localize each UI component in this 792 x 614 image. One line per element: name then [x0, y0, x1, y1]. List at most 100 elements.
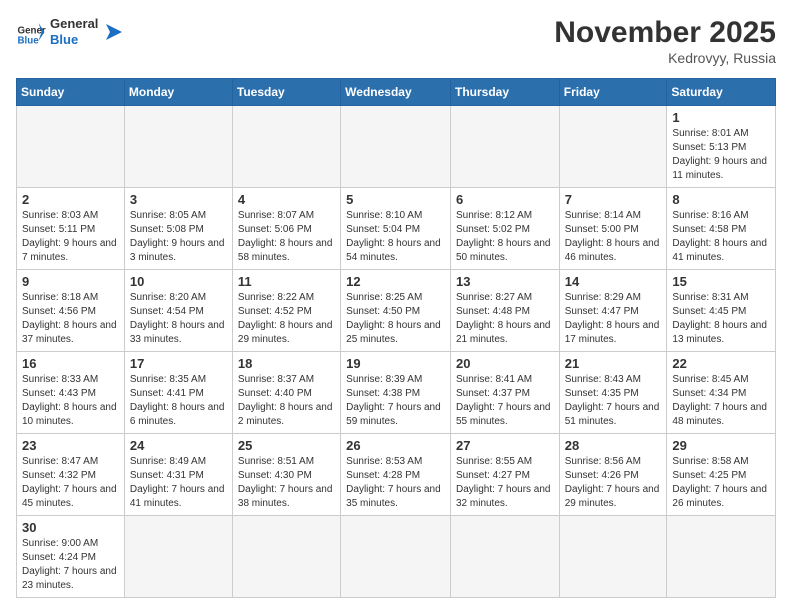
calendar-cell — [124, 106, 232, 188]
calendar-cell — [667, 516, 776, 598]
calendar-cell: 24Sunrise: 8:49 AM Sunset: 4:31 PM Dayli… — [124, 434, 232, 516]
calendar-cell: 1Sunrise: 8:01 AM Sunset: 5:13 PM Daylig… — [667, 106, 776, 188]
calendar-cell: 3 Sunrise: 8:05 AM Sunset: 5:08 PM Daylig… — [124, 188, 232, 270]
day-info: Sunrise: 8:43 AM Sunset: 4:35 PM Dayligh… — [565, 373, 662, 429]
calendar-cell — [341, 516, 451, 598]
day-info: Sunrise: 8:55 AM Sunset: 4:27 PM Dayligh… — [456, 455, 554, 511]
day-info: Sunrise: 8:18 AM Sunset: 4:56 PM Dayligh… — [22, 291, 119, 347]
calendar-cell: 16Sunrise: 8:33 AM Sunset: 4:43 PM Dayli… — [17, 352, 125, 434]
calendar-cell: 25 Sunrise: 8:51 AM Sunset: 4:30 PM Dayli… — [232, 434, 340, 516]
day-info: Sunrise: 8:05 AM Sunset: 5:08 PM Dayligh… — [130, 209, 227, 265]
calendar-cell: 30 Sunrise: 9:00 AM Sunset: 4:24 PM Dayli… — [17, 516, 125, 598]
day-number: 22 — [672, 356, 770, 371]
day-info: Sunrise: 8:37 AM Sunset: 4:40 PM Dayligh… — [238, 373, 335, 429]
calendar-table: SundayMondayTuesdayWednesdayThursdayFrid… — [16, 78, 776, 598]
day-info: Sunrise: 8:20 AM Sunset: 4:54 PM Dayligh… — [130, 291, 227, 347]
day-number: 25 — [238, 438, 335, 453]
day-number: 3 — [130, 192, 227, 207]
calendar-week-row: 1Sunrise: 8:01 AM Sunset: 5:13 PM Daylig… — [17, 106, 776, 188]
day-number: 12 — [346, 274, 445, 289]
day-info: Sunrise: 8:45 AM Sunset: 4:34 PM Dayligh… — [672, 373, 770, 429]
calendar-cell: 20 Sunrise: 8:41 AM Sunset: 4:37 PM Dayli… — [450, 352, 559, 434]
weekday-header-saturday: Saturday — [667, 79, 776, 106]
calendar-cell: 26 Sunrise: 8:53 AM Sunset: 4:28 PM Dayli… — [341, 434, 451, 516]
day-info: Sunrise: 8:47 AM Sunset: 4:32 PM Dayligh… — [22, 455, 119, 511]
logo: General Blue General Blue — [16, 16, 126, 47]
day-info: Sunrise: 9:00 AM Sunset: 4:24 PM Dayligh… — [22, 537, 119, 593]
day-number: 21 — [565, 356, 662, 371]
day-number: 7 — [565, 192, 662, 207]
calendar-week-row: 16Sunrise: 8:33 AM Sunset: 4:43 PM Dayli… — [17, 352, 776, 434]
calendar-cell — [232, 516, 340, 598]
day-number: 4 — [238, 192, 335, 207]
day-number: 13 — [456, 274, 554, 289]
calendar-cell: 19 Sunrise: 8:39 AM Sunset: 4:38 PM Dayli… — [341, 352, 451, 434]
location: Kedrovyy, Russia — [554, 50, 776, 66]
day-number: 24 — [130, 438, 227, 453]
calendar-cell: 14 Sunrise: 8:29 AM Sunset: 4:47 PM Dayli… — [559, 270, 667, 352]
day-info: Sunrise: 8:33 AM Sunset: 4:43 PM Dayligh… — [22, 373, 119, 429]
calendar-cell: 4 Sunrise: 8:07 AM Sunset: 5:06 PM Daylig… — [232, 188, 340, 270]
day-number: 15 — [672, 274, 770, 289]
calendar-cell — [341, 106, 451, 188]
calendar-cell: 17Sunrise: 8:35 AM Sunset: 4:41 PM Dayli… — [124, 352, 232, 434]
calendar-cell — [17, 106, 125, 188]
day-info: Sunrise: 8:16 AM Sunset: 4:58 PM Dayligh… — [672, 209, 770, 265]
title-area: November 2025 Kedrovyy, Russia — [554, 16, 776, 66]
day-info: Sunrise: 8:58 AM Sunset: 4:25 PM Dayligh… — [672, 455, 770, 511]
day-number: 19 — [346, 356, 445, 371]
calendar-week-row: 9 Sunrise: 8:18 AM Sunset: 4:56 PM Daylig… — [17, 270, 776, 352]
day-info: Sunrise: 8:12 AM Sunset: 5:02 PM Dayligh… — [456, 209, 554, 265]
calendar-cell: 10Sunrise: 8:20 AM Sunset: 4:54 PM Dayli… — [124, 270, 232, 352]
weekday-header-sunday: Sunday — [17, 79, 125, 106]
day-number: 8 — [672, 192, 770, 207]
day-info: Sunrise: 8:41 AM Sunset: 4:37 PM Dayligh… — [456, 373, 554, 429]
day-number: 27 — [456, 438, 554, 453]
day-number: 9 — [22, 274, 119, 289]
day-info: Sunrise: 8:39 AM Sunset: 4:38 PM Dayligh… — [346, 373, 445, 429]
day-info: Sunrise: 8:56 AM Sunset: 4:26 PM Dayligh… — [565, 455, 662, 511]
calendar-cell: 11 Sunrise: 8:22 AM Sunset: 4:52 PM Dayli… — [232, 270, 340, 352]
calendar-cell: 28 Sunrise: 8:56 AM Sunset: 4:26 PM Dayli… — [559, 434, 667, 516]
calendar-cell: 2 Sunrise: 8:03 AM Sunset: 5:11 PM Daylig… — [17, 188, 125, 270]
day-number: 29 — [672, 438, 770, 453]
day-info: Sunrise: 8:27 AM Sunset: 4:48 PM Dayligh… — [456, 291, 554, 347]
day-info: Sunrise: 8:10 AM Sunset: 5:04 PM Dayligh… — [346, 209, 445, 265]
header: General Blue General Blue November 2025 … — [16, 16, 776, 66]
svg-text:Blue: Blue — [18, 35, 40, 46]
day-number: 20 — [456, 356, 554, 371]
logo-blue: Blue — [50, 32, 78, 47]
calendar-cell: 5 Sunrise: 8:10 AM Sunset: 5:04 PM Daylig… — [341, 188, 451, 270]
calendar-cell: 12Sunrise: 8:25 AM Sunset: 4:50 PM Dayli… — [341, 270, 451, 352]
day-info: Sunrise: 8:03 AM Sunset: 5:11 PM Dayligh… — [22, 209, 119, 265]
calendar-cell: 23Sunrise: 8:47 AM Sunset: 4:32 PM Dayli… — [17, 434, 125, 516]
day-info: Sunrise: 8:07 AM Sunset: 5:06 PM Dayligh… — [238, 209, 335, 265]
day-number: 2 — [22, 192, 119, 207]
day-number: 28 — [565, 438, 662, 453]
day-number: 30 — [22, 520, 119, 535]
day-number: 14 — [565, 274, 662, 289]
logo-general: General — [50, 16, 98, 31]
calendar-cell — [559, 106, 667, 188]
weekday-header-tuesday: Tuesday — [232, 79, 340, 106]
day-info: Sunrise: 8:53 AM Sunset: 4:28 PM Dayligh… — [346, 455, 445, 511]
day-number: 26 — [346, 438, 445, 453]
calendar-cell: 15Sunrise: 8:31 AM Sunset: 4:45 PM Dayli… — [667, 270, 776, 352]
day-number: 11 — [238, 274, 335, 289]
weekday-header-friday: Friday — [559, 79, 667, 106]
calendar-cell: 8 Sunrise: 8:16 AM Sunset: 4:58 PM Daylig… — [667, 188, 776, 270]
day-info: Sunrise: 8:22 AM Sunset: 4:52 PM Dayligh… — [238, 291, 335, 347]
day-number: 5 — [346, 192, 445, 207]
day-number: 6 — [456, 192, 554, 207]
calendar-cell: 18Sunrise: 8:37 AM Sunset: 4:40 PM Dayli… — [232, 352, 340, 434]
calendar-cell — [450, 516, 559, 598]
weekday-header-monday: Monday — [124, 79, 232, 106]
day-info: Sunrise: 8:14 AM Sunset: 5:00 PM Dayligh… — [565, 209, 662, 265]
day-info: Sunrise: 8:35 AM Sunset: 4:41 PM Dayligh… — [130, 373, 227, 429]
calendar-cell: 27 Sunrise: 8:55 AM Sunset: 4:27 PM Dayli… — [450, 434, 559, 516]
calendar-cell: 7 Sunrise: 8:14 AM Sunset: 5:00 PM Daylig… — [559, 188, 667, 270]
day-info: Sunrise: 8:51 AM Sunset: 4:30 PM Dayligh… — [238, 455, 335, 511]
calendar-cell: 22 Sunrise: 8:45 AM Sunset: 4:34 PM Dayli… — [667, 352, 776, 434]
calendar-week-row: 2 Sunrise: 8:03 AM Sunset: 5:11 PM Daylig… — [17, 188, 776, 270]
day-info: Sunrise: 8:29 AM Sunset: 4:47 PM Dayligh… — [565, 291, 662, 347]
